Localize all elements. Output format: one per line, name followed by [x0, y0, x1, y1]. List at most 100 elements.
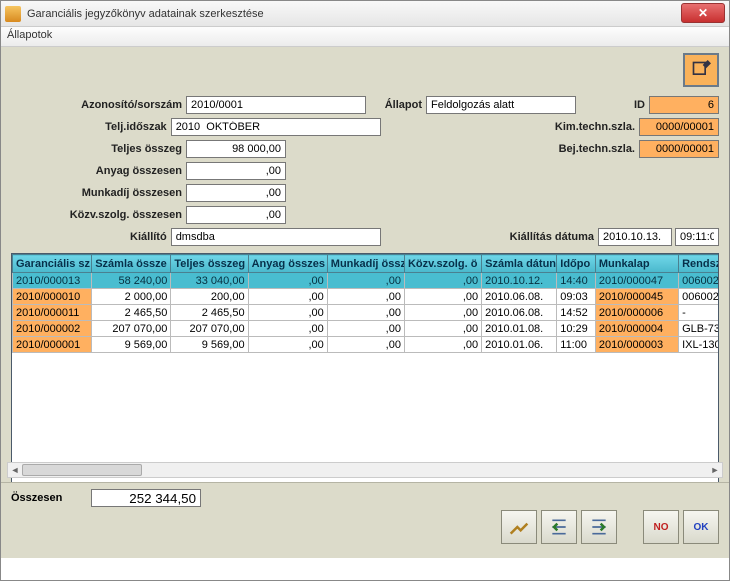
cell[interactable]: ,00 — [327, 305, 404, 321]
cell[interactable]: 2 465,50 — [92, 305, 171, 321]
col-header[interactable]: Számla dátun — [482, 255, 557, 273]
cell[interactable]: 2010/000002 — [13, 321, 92, 337]
input-anyag[interactable] — [186, 162, 286, 180]
cell[interactable]: 2010/000047 — [595, 273, 678, 289]
cell[interactable]: ,00 — [327, 321, 404, 337]
input-azon[interactable] — [186, 96, 366, 114]
cell[interactable]: ,00 — [248, 305, 327, 321]
cell[interactable]: 2010/000011 — [13, 305, 92, 321]
cell[interactable]: 11:00 — [557, 337, 596, 353]
col-header[interactable]: Munkalap — [595, 255, 678, 273]
ok-button[interactable]: OK — [683, 510, 719, 544]
table-row[interactable]: 2010/0000102 000,00200,00,00,00,002010.0… — [13, 289, 720, 305]
cell[interactable]: 207 070,00 — [171, 321, 248, 337]
table-row[interactable]: 2010/00001358 240,0033 040,00,00,00,0020… — [13, 273, 720, 289]
cell[interactable]: 9 569,00 — [92, 337, 171, 353]
col-header[interactable]: Munkadíj össz — [327, 255, 404, 273]
cell[interactable]: 33 040,00 — [171, 273, 248, 289]
cell[interactable]: 2010/000004 — [595, 321, 678, 337]
data-grid[interactable]: Garanciális szSzámla összeTeljes összegA… — [12, 254, 719, 353]
col-header[interactable]: Anyag összes — [248, 255, 327, 273]
cell[interactable]: ,00 — [248, 289, 327, 305]
signature-icon — [509, 517, 529, 537]
cell[interactable]: 09:03 — [557, 289, 596, 305]
cell[interactable]: 2010/000006 — [595, 305, 678, 321]
cell[interactable]: 2010.06.08. — [482, 305, 557, 321]
input-kiall-datum[interactable] — [598, 228, 672, 246]
export-button[interactable] — [581, 510, 617, 544]
input-kozv[interactable] — [186, 206, 286, 224]
input-munkadij[interactable] — [186, 184, 286, 202]
label-bej: Bej.techn.szla. — [539, 143, 639, 155]
label-kim: Kim.techn.szla. — [539, 121, 639, 133]
cell[interactable]: 58 240,00 — [92, 273, 171, 289]
cell[interactable]: 006002 — [679, 289, 719, 305]
sign-button[interactable] — [501, 510, 537, 544]
cell[interactable]: ,00 — [404, 289, 481, 305]
input-kim[interactable] — [639, 118, 719, 136]
cell[interactable]: ,00 — [404, 273, 481, 289]
close-button[interactable]: ✕ — [681, 3, 725, 23]
cell[interactable]: 2010/000045 — [595, 289, 678, 305]
input-telj[interactable] — [171, 118, 381, 136]
input-allapot[interactable] — [426, 96, 576, 114]
col-header[interactable]: Teljes összeg — [171, 255, 248, 273]
cell[interactable]: 9 569,00 — [171, 337, 248, 353]
import-button[interactable] — [541, 510, 577, 544]
button-row: NO OK — [501, 510, 719, 544]
label-munkadij: Munkadíj összesen — [11, 187, 186, 199]
cell[interactable]: 2010/000010 — [13, 289, 92, 305]
input-teljes[interactable] — [186, 140, 286, 158]
col-header[interactable]: Közv.szolg. ö — [404, 255, 481, 273]
cell[interactable]: ,00 — [327, 337, 404, 353]
cell[interactable]: 2010/000001 — [13, 337, 92, 353]
table-row[interactable]: 2010/0000112 465,502 465,50,00,00,002010… — [13, 305, 720, 321]
cell[interactable]: ,00 — [404, 337, 481, 353]
cell[interactable]: 2 465,50 — [171, 305, 248, 321]
cell[interactable]: 2010.06.08. — [482, 289, 557, 305]
scroll-thumb[interactable] — [22, 464, 142, 476]
sum-value — [91, 489, 201, 507]
cell[interactable]: 2010.01.08. — [482, 321, 557, 337]
cell[interactable]: 207 070,00 — [92, 321, 171, 337]
cell[interactable]: 2010/000013 — [13, 273, 92, 289]
scroll-right-icon[interactable]: ► — [708, 463, 722, 477]
col-header[interactable]: Garanciális sz — [13, 255, 92, 273]
cell[interactable]: 006002 — [679, 273, 719, 289]
cell[interactable]: ,00 — [327, 289, 404, 305]
table-row[interactable]: 2010/000002207 070,00207 070,00,00,00,00… — [13, 321, 720, 337]
col-header[interactable]: Számla össze — [92, 255, 171, 273]
cell[interactable]: 14:40 — [557, 273, 596, 289]
cell[interactable]: 2010.10.12. — [482, 273, 557, 289]
input-kiallito[interactable] — [171, 228, 381, 246]
cell[interactable]: ,00 — [248, 337, 327, 353]
cell[interactable]: - — [679, 305, 719, 321]
footer: Összesen NO OK — [1, 482, 729, 558]
cell[interactable]: 10:29 — [557, 321, 596, 337]
cell[interactable]: GLB-73 — [679, 321, 719, 337]
no-button[interactable]: NO — [643, 510, 679, 544]
cell[interactable]: IXL-130 — [679, 337, 719, 353]
edit-button[interactable] — [683, 53, 719, 87]
menu-allapotok[interactable]: Állapotok — [7, 29, 52, 41]
table-row[interactable]: 2010/0000019 569,009 569,00,00,00,002010… — [13, 337, 720, 353]
cell[interactable]: 200,00 — [171, 289, 248, 305]
cell[interactable]: 2 000,00 — [92, 289, 171, 305]
cell[interactable]: ,00 — [327, 273, 404, 289]
cell[interactable]: ,00 — [248, 321, 327, 337]
scroll-left-icon[interactable]: ◄ — [8, 463, 22, 477]
cell[interactable]: 14:52 — [557, 305, 596, 321]
input-kiall-time[interactable] — [675, 228, 719, 246]
horizontal-scrollbar[interactable]: ◄ ► — [7, 462, 723, 478]
sum-label: Összesen — [11, 492, 91, 504]
cell[interactable]: ,00 — [404, 305, 481, 321]
col-header[interactable]: Időpo — [557, 255, 596, 273]
cell[interactable]: 2010.01.06. — [482, 337, 557, 353]
cell[interactable]: ,00 — [248, 273, 327, 289]
cell[interactable]: ,00 — [404, 321, 481, 337]
input-id[interactable] — [649, 96, 719, 114]
title-bar: Garanciális jegyzőkönyv adatainak szerke… — [1, 1, 729, 27]
col-header[interactable]: Rendsz — [679, 255, 719, 273]
cell[interactable]: 2010/000003 — [595, 337, 678, 353]
input-bej[interactable] — [639, 140, 719, 158]
